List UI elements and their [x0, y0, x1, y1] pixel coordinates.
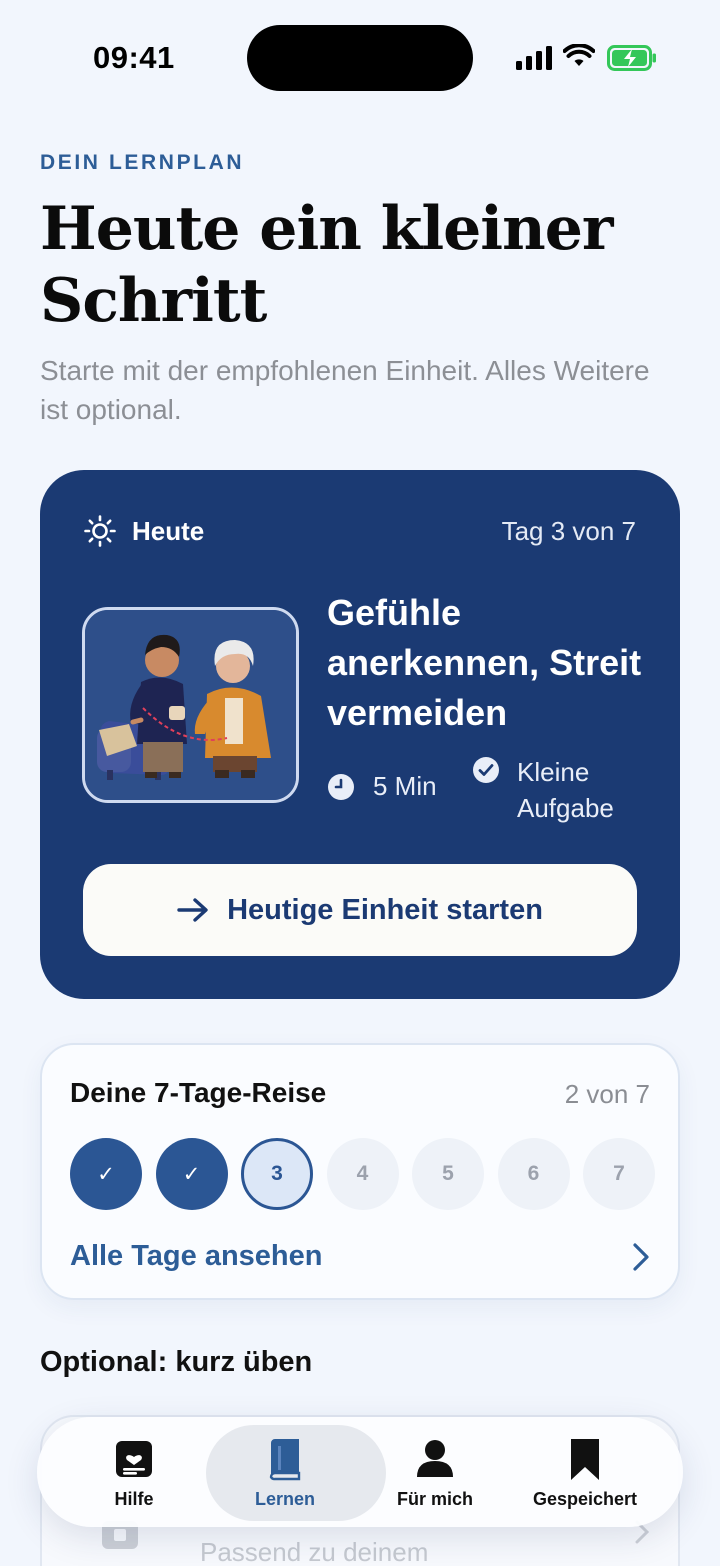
status-bar: 09:41 — [0, 0, 720, 116]
tab-fuer-mich[interactable]: Für mich — [360, 1417, 510, 1527]
start-lesson-label: Heutige Einheit starten — [227, 893, 543, 926]
day-step-2[interactable]: ✓ — [155, 1138, 228, 1210]
clock-icon — [328, 773, 354, 800]
page-subtitle: Starte mit der empfohlenen Einheit. Alle… — [40, 355, 650, 425]
journey-title: Deine 7-Tage-Reise — [70, 1077, 327, 1108]
tab-label: Gespeichert — [532, 1489, 638, 1509]
day-step-6[interactable]: 6 — [497, 1138, 570, 1210]
day-step-5[interactable]: 5 — [412, 1138, 484, 1210]
wifi-icon — [563, 44, 595, 66]
today-label: Heute — [132, 515, 205, 546]
optional-section-title: Optional: kurz üben — [40, 1346, 313, 1378]
heart-note-icon — [116, 1441, 152, 1477]
dynamic-island — [247, 25, 473, 91]
page-title: Heute ein kleiner Schritt — [40, 194, 613, 336]
caregiver-elder-illustration — [85, 610, 296, 800]
book-icon — [269, 1439, 301, 1481]
exercise-subtitle: Passend zu deinem — [200, 1537, 429, 1566]
day-progress-text: Tag 3 von 7 — [501, 516, 636, 546]
tab-lernen[interactable]: Lernen — [206, 1417, 386, 1527]
cellular-signal-icon — [516, 46, 552, 70]
lesson-duration: 5 Min — [327, 771, 437, 802]
arrow-right-icon — [177, 898, 208, 922]
all-days-link[interactable]: Alle Tage ansehen — [70, 1240, 323, 1273]
day-step-3[interactable]: 3 — [241, 1138, 313, 1210]
tab-gespeichert[interactable]: Gespeichert — [510, 1417, 660, 1527]
chevron-right-icon[interactable] — [632, 1242, 650, 1272]
status-time: 09:41 — [93, 40, 175, 75]
bookmark-icon — [571, 1439, 599, 1480]
day-step-1[interactable]: ✓ — [70, 1138, 142, 1210]
lesson-title: Gefühle anerkennen, Streit vermeiden — [327, 592, 642, 733]
tab-label: Lernen — [254, 1489, 315, 1509]
checkmark-circle-icon — [473, 757, 499, 783]
tab-hilfe[interactable]: Hilfe — [59, 1417, 209, 1527]
person-icon — [417, 1440, 453, 1477]
day-step-7[interactable]: 7 — [583, 1138, 655, 1210]
duration-text: 5 Min — [373, 771, 437, 801]
task-text: Kleine Aufgabe — [517, 757, 614, 823]
section-eyebrow: DEIN LERNPLAN — [40, 151, 245, 174]
lesson-task: Kleine Aufgabe — [472, 754, 637, 826]
lesson-illustration — [82, 607, 299, 803]
tab-bar: Hilfe Lernen Für mich Gespeichert — [37, 1417, 683, 1527]
sun-icon — [84, 515, 116, 547]
journey-progress: 2 von 7 — [564, 1079, 650, 1109]
journey-card: Deine 7-Tage-Reise 2 von 7 ✓ ✓ 3 4 5 6 7 Alle … — [40, 1043, 680, 1300]
today-header: Heute — [84, 515, 204, 547]
today-lesson-card[interactable]: Heute Tag 3 von 7 Gefühle anerkennen, St… — [40, 470, 680, 999]
start-lesson-button[interactable]: Heutige Einheit starten — [83, 864, 637, 956]
battery-charging-icon — [607, 45, 656, 71]
day-steps: ✓ ✓ 3 4 5 6 7 — [70, 1138, 669, 1210]
tab-label: Hilfe — [114, 1489, 154, 1509]
tab-label: Für mich — [396, 1489, 473, 1509]
day-step-4[interactable]: 4 — [326, 1138, 399, 1210]
